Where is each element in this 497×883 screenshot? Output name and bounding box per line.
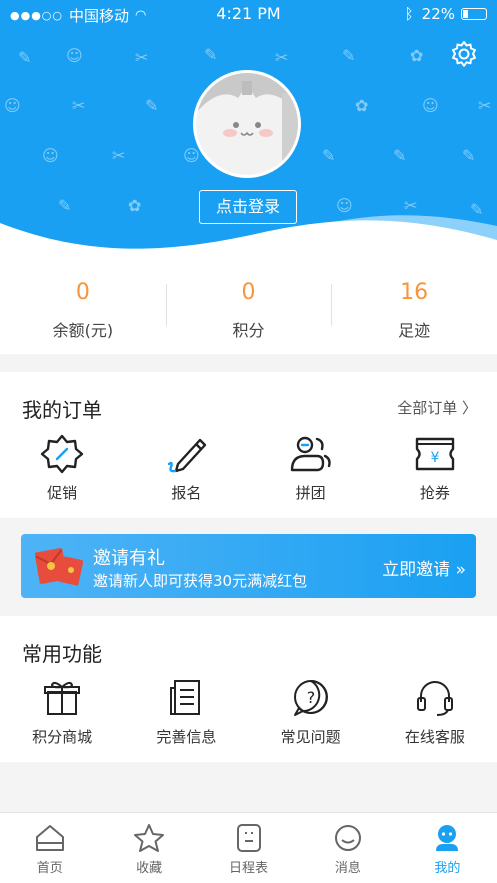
order-item-label: 拼团: [295, 484, 326, 502]
stat-label: 余额(元): [52, 321, 114, 340]
decor-icon: ✎: [204, 45, 218, 64]
stat-value: 0: [75, 280, 90, 305]
feature-points-mall[interactable]: 积分商城: [0, 678, 124, 747]
decor-icon: ✎: [462, 146, 476, 165]
profile-icon: [436, 825, 459, 851]
tab-profile[interactable]: 我的: [398, 813, 497, 883]
decor-icon: ✎: [342, 46, 356, 65]
stat-value: 16: [400, 280, 429, 305]
star-icon: [134, 824, 165, 852]
feature-label: 积分商城: [32, 728, 93, 746]
features-grid: 积分商城 完善信息 ? 常见问题 在线客服: [0, 678, 497, 747]
group-buy-icon: [290, 436, 331, 472]
banner-subtitle: 邀请新人即可获得30元满减红包: [93, 572, 308, 590]
tab-label: 日程表: [229, 861, 269, 876]
status-bar: ●●●○○ 中国移动 ◠ 4:21 PM ᛒ 22%: [0, 0, 497, 28]
tab-label: 我的: [434, 861, 461, 876]
decor-icon: ✂: [112, 146, 126, 165]
promotion-icon: [40, 434, 84, 474]
features-title: 常用功能: [22, 642, 102, 666]
login-button[interactable]: 点击登录: [199, 190, 297, 224]
svg-text:¥: ¥: [430, 450, 439, 466]
home-icon: [35, 825, 64, 851]
decor-icon: ✂: [135, 48, 149, 67]
feature-online-service[interactable]: 在线客服: [373, 678, 497, 747]
order-item-promotion[interactable]: 促销: [0, 434, 124, 503]
orders-title: 我的订单: [22, 398, 102, 422]
order-item-label: 抢券: [419, 484, 450, 502]
feature-complete-info[interactable]: 完善信息: [124, 678, 248, 747]
features-section: 常用功能 积分商城 完善信息 ? 常见问题 在线客服: [0, 616, 497, 762]
feature-faq[interactable]: ? 常见问题: [249, 678, 373, 747]
decor-icon: ✿: [410, 46, 424, 65]
decor-icon: ✂: [478, 96, 492, 115]
question-icon: ?: [293, 680, 328, 716]
decor-icon: ☺: [42, 146, 59, 165]
avatar[interactable]: [193, 70, 301, 178]
svg-text:?: ?: [306, 688, 315, 707]
invite-banner[interactable]: 邀请有礼 邀请新人即可获得30元满减红包 立即邀请 »: [21, 534, 476, 598]
stat-balance[interactable]: 0 余额(元): [0, 258, 166, 354]
feature-label: 完善信息: [156, 728, 217, 746]
tab-schedule[interactable]: 日程表: [199, 813, 298, 883]
stat-points[interactable]: 0 积分: [165, 258, 332, 354]
order-item-label: 促销: [47, 484, 78, 502]
orders-grid: 促销 报名 拼团 ¥ 抢券: [0, 434, 497, 503]
feature-label: 在线客服: [404, 728, 465, 746]
tab-label: 消息: [334, 861, 361, 876]
red-envelope-icon: [35, 548, 84, 586]
tab-label: 收藏: [136, 861, 163, 876]
coupon-icon: ¥: [415, 437, 455, 471]
invite-now-button[interactable]: 立即邀请 »: [382, 555, 466, 580]
all-orders-link[interactable]: 全部订单 〉: [397, 397, 477, 418]
bluetooth-icon: ᛒ: [404, 5, 414, 23]
decor-icon: ✎: [145, 96, 159, 115]
gift-icon: [44, 681, 81, 715]
decor-icon: ☺: [66, 46, 83, 65]
decor-icon: ☺: [4, 96, 21, 115]
account-stats: 0 余额(元) 0 积分 16 足迹: [0, 258, 497, 354]
decor-icon: ✎: [393, 146, 407, 165]
tab-label: 首页: [36, 861, 63, 876]
decor-icon: ✿: [355, 96, 369, 115]
feature-label: 常见问题: [280, 728, 341, 746]
order-item-signup[interactable]: 报名: [124, 434, 248, 503]
message-icon: [334, 825, 361, 851]
default-avatar-face-icon: [196, 73, 298, 175]
tab-favorites[interactable]: 收藏: [99, 813, 198, 883]
stat-label: 足迹: [398, 321, 431, 340]
stat-history[interactable]: 16 足迹: [331, 258, 497, 354]
stat-value: 0: [241, 280, 256, 305]
order-item-groupbuy[interactable]: 拼团: [249, 434, 373, 503]
bottom-tab-bar: 首页 收藏 日程表 消息 我的: [0, 812, 497, 883]
decor-icon: ✎: [18, 48, 32, 67]
decor-icon: ☺: [422, 96, 439, 115]
stat-label: 积分: [232, 321, 265, 340]
battery-percent: 22%: [421, 5, 455, 23]
signup-pencil-icon: [168, 438, 207, 473]
orders-section: 我的订单 全部订单 〉 促销 报名 拼团 ¥ 抢券: [0, 372, 497, 518]
order-item-label: 报名: [171, 484, 202, 502]
decor-icon: ✎: [322, 146, 336, 165]
order-item-coupon[interactable]: ¥ 抢券: [373, 434, 497, 503]
decor-icon: ✂: [72, 96, 86, 115]
battery-icon: [461, 8, 487, 20]
headset-icon: [416, 681, 453, 716]
calendar-icon: [236, 824, 261, 852]
banner-title: 邀请有礼: [93, 548, 165, 569]
document-icon: [170, 680, 201, 715]
decor-icon: ✂: [275, 48, 289, 67]
settings-gear-icon[interactable]: [450, 40, 478, 68]
tab-messages[interactable]: 消息: [298, 813, 397, 883]
tab-home[interactable]: 首页: [0, 813, 99, 883]
